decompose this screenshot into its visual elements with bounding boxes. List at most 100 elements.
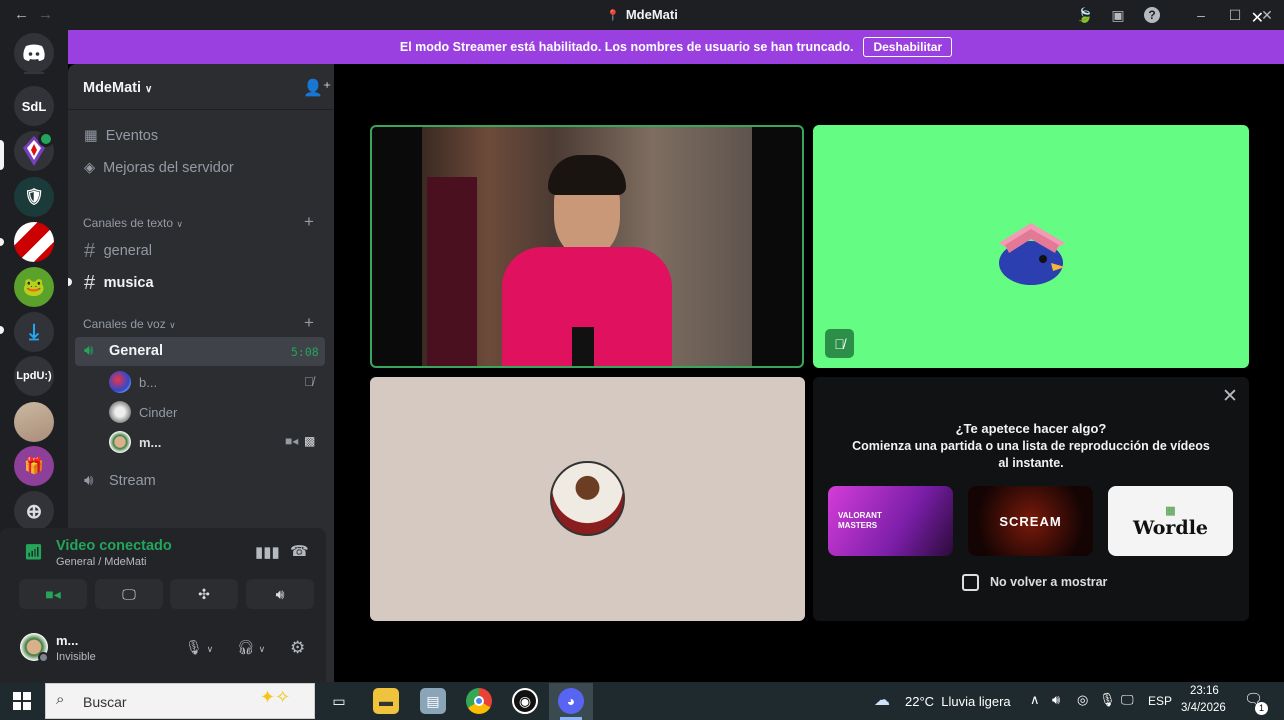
user-name[interactable]: m... — [56, 633, 78, 648]
voice-user-name[interactable]: m... — [139, 435, 161, 450]
clock-time[interactable]: 23:16 — [1190, 685, 1219, 697]
leaf-icon[interactable]: 🍃 — [1076, 7, 1093, 23]
disconnect-icon[interactable]: ☎ — [290, 542, 309, 560]
avatar[interactable] — [109, 431, 131, 453]
participant-tile-avatar[interactable]: 🎙̸ — [813, 125, 1249, 368]
activities-button[interactable]: ✣ — [170, 579, 238, 609]
activity-heading: ¿Te apetece hacer algo? — [955, 421, 1107, 436]
chevron-down-icon: ∨ — [169, 320, 176, 330]
dont-show-again-checkbox[interactable] — [962, 574, 979, 591]
checkbox-label[interactable]: No volver a mostrar — [990, 575, 1107, 589]
participant-tile-avatar[interactable] — [370, 377, 805, 621]
frog-icon: 🐸 — [22, 276, 46, 297]
events-item[interactable]: ▦ Eventos — [84, 128, 158, 144]
server-lpdu-label: LpdU:) — [16, 370, 52, 382]
task-view-icon[interactable]: ▭ — [326, 688, 352, 714]
notification-count: 1 — [1255, 702, 1268, 715]
boost-icon: ◈ — [84, 160, 96, 176]
server-lpdu[interactable]: LpdU:) — [14, 356, 54, 396]
game-card-valorant[interactable]: VALORANT MASTERS — [828, 486, 953, 556]
headphones-icon[interactable]: 🎧︎ ∨ — [237, 639, 265, 656]
banner-text: El modo Streamer está habilitado. Los no… — [399, 40, 854, 54]
settings-gear-icon[interactable]: ⚙ — [290, 638, 305, 658]
mic-tray-icon[interactable]: 🎙︎ — [1099, 692, 1116, 708]
avatar[interactable] — [109, 371, 131, 393]
inbox-icon[interactable]: ▣ — [1110, 7, 1126, 23]
boost-label: Mejoras del servidor — [103, 160, 234, 176]
weather-cloud-icon[interactable]: ☁ — [874, 690, 890, 710]
server-boost-item[interactable]: ◈ Mejoras del servidor — [84, 160, 234, 176]
file-explorer-icon[interactable]: ▬ — [373, 688, 399, 714]
bird-avatar-icon — [999, 223, 1065, 285]
voice-status[interactable]: Video conectado — [56, 538, 172, 554]
selected-server-pip — [0, 140, 4, 170]
sparkle-icon: ✦✧ — [260, 687, 291, 707]
download-apps-icon[interactable]: ⤓ — [14, 312, 54, 352]
user-status[interactable]: Invisible — [56, 651, 96, 663]
channel-general[interactable]: # general — [84, 240, 152, 263]
noise-suppression-icon[interactable]: ▮▮▮ — [255, 543, 280, 561]
grid-icon: ▦ — [1165, 504, 1176, 517]
soundboard-button[interactable]: 🔊︎ — [246, 579, 314, 609]
server-purple[interactable]: 🎁 — [14, 446, 54, 486]
text-category[interactable]: Canales de texto ∨ — [83, 216, 183, 230]
chevron-up-icon[interactable]: ∧ — [1030, 692, 1040, 708]
language-indicator[interactable]: ESP — [1148, 694, 1172, 708]
chrome-icon[interactable] — [466, 688, 492, 714]
clock-date[interactable]: 3/4/2026 — [1181, 702, 1226, 714]
help-icon[interactable]: ? — [1144, 7, 1160, 23]
channel-general-label: general — [103, 243, 152, 259]
voice-user-name[interactable]: Cinder — [139, 405, 177, 420]
window-title: MdeMati — [625, 7, 678, 22]
activity-icon: ▩ — [304, 434, 316, 448]
microphone-icon[interactable]: 🎙︎ ∨ — [185, 639, 213, 656]
streamer-mode-banner: El modo Streamer está habilitado. Los no… — [68, 30, 1284, 64]
signal-icon[interactable]: 📶︎ — [24, 543, 43, 561]
windows-start-icon[interactable] — [13, 692, 31, 710]
voice-user-name[interactable]: b... — [139, 375, 157, 390]
game-card-scream[interactable]: SCREAM — [968, 486, 1093, 556]
discord-taskbar-icon[interactable]: ◕ — [558, 688, 584, 714]
curtain-shape — [427, 177, 477, 366]
webcam-tray-icon[interactable]: ◎ — [1077, 692, 1088, 708]
voice-category[interactable]: Canales de voz ∨ — [83, 317, 176, 331]
avatar[interactable] — [109, 401, 131, 423]
webcam-tile[interactable] — [370, 125, 804, 368]
server-name: MdeMati — [83, 80, 141, 96]
voice-location[interactable]: General / MdeMati — [56, 556, 146, 568]
maximize-icon[interactable]: ☐ — [1227, 7, 1243, 23]
server-anime[interactable] — [14, 402, 54, 442]
minimize-icon[interactable]: – — [1193, 7, 1209, 23]
game-name: SCREAM — [999, 513, 1062, 529]
volume-icon[interactable]: 🔊︎ — [1052, 692, 1060, 708]
screen-share-icon: 🖵 — [122, 585, 136, 602]
network-icon[interactable]: 🖵 — [1121, 692, 1134, 708]
channel-musica[interactable]: # musica — [84, 272, 154, 295]
gift-icon: 🎁 — [24, 458, 44, 475]
app-window-icon[interactable]: ▤ — [420, 688, 446, 714]
game-card-wordle[interactable]: ▦ Wordle — [1108, 486, 1233, 556]
shield-icon: 🛡 — [23, 189, 45, 206]
add-server-icon[interactable]: ⊕ — [14, 491, 54, 531]
screen-share-button[interactable]: 🖵 — [95, 579, 163, 609]
server-red-white[interactable] — [14, 222, 54, 262]
add-voice-channel-icon[interactable]: + — [304, 313, 314, 333]
voice-timer: 5:08 — [291, 345, 319, 359]
live-badge-icon — [38, 131, 54, 147]
video-camera-icon: ■◂ — [45, 585, 61, 602]
disable-streamer-button[interactable]: Deshabilitar — [863, 37, 953, 57]
server-sdl[interactable]: SdL — [14, 86, 54, 126]
chevron-down-icon: ∨ — [145, 84, 153, 95]
server-green-game[interactable]: 🐸 — [14, 267, 54, 307]
add-text-channel-icon[interactable]: + — [304, 212, 314, 232]
stage-channel-label[interactable]: Stream — [109, 473, 156, 489]
game-name: VALORANT MASTERS — [838, 511, 882, 530]
close-icon[interactable]: ✕ — [1222, 385, 1238, 408]
camera-toggle-button[interactable]: ■◂ — [19, 579, 87, 609]
discord-home-icon[interactable] — [14, 33, 54, 73]
weather-text[interactable]: 22°C Lluvia ligera — [905, 694, 1011, 709]
banner-close-icon[interactable]: ✕ — [1251, 8, 1264, 28]
server-shield[interactable]: 🛡 — [14, 177, 54, 217]
obs-icon[interactable]: ◉ — [512, 688, 538, 714]
invite-people-icon[interactable]: 👤⁺ — [303, 78, 331, 98]
